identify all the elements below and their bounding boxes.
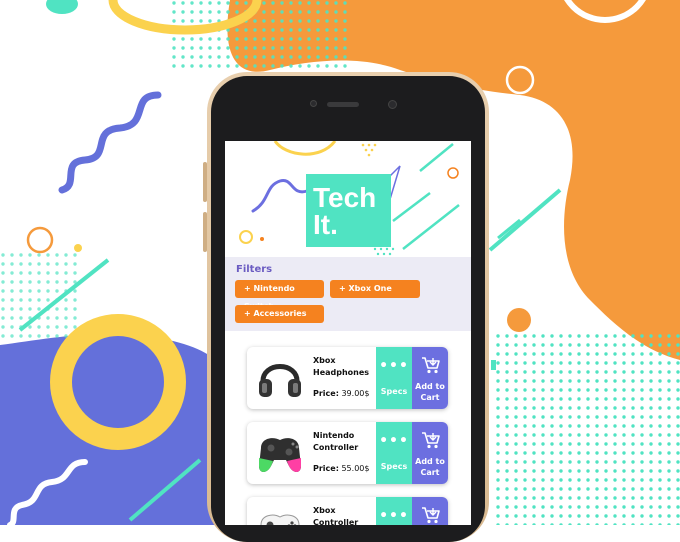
app-screen: Tech It. Filters + Nintendo Switch + Xbo…	[225, 141, 471, 525]
product-price: Price: 55.00$	[313, 464, 369, 473]
cart-icon	[422, 507, 440, 524]
product-name: Xbox Controller	[313, 506, 359, 525]
price-label: Price:	[313, 464, 339, 473]
price-value: 55.00$	[341, 464, 370, 473]
specs-button[interactable]: ••• Specs	[376, 347, 412, 409]
more-icon: •••	[379, 433, 409, 449]
add-to-cart-label: Add to Cart	[412, 381, 448, 403]
add-to-cart-line-1: Add to	[415, 457, 445, 466]
specs-button[interactable]: ••• Specs	[376, 422, 412, 484]
gamepad-icon	[259, 438, 301, 472]
filters-panel: Filters + Nintendo Switch + Xbox One + A…	[225, 257, 471, 331]
add-to-cart-button[interactable]: Add to Cart	[412, 347, 448, 409]
add-to-cart-line-1: Add to	[415, 382, 445, 391]
product-name: Nintendo Controller	[313, 431, 359, 452]
add-to-cart-button[interactable]	[412, 497, 448, 525]
sensor-icon	[310, 100, 317, 107]
camera-icon	[388, 100, 397, 109]
add-to-cart-label: Add to Cart	[412, 456, 448, 478]
filter-chip-xbox-one[interactable]: + Xbox One	[330, 280, 420, 298]
price-value: 39.00$	[341, 389, 370, 398]
add-to-cart-line-2: Cart	[420, 393, 440, 402]
xbox-controller-icon	[260, 514, 300, 525]
cart-icon	[422, 432, 440, 449]
logo-line-2: It.	[313, 209, 338, 240]
more-icon: •••	[379, 358, 409, 374]
add-to-cart-button[interactable]: Add to Cart	[412, 422, 448, 484]
specs-button[interactable]: •••	[376, 497, 412, 525]
product-name: Xbox Headphones	[313, 356, 370, 377]
product-card: Xbox Headphones Price: 39.00$ ••• Specs …	[247, 347, 448, 409]
add-to-cart-line-2: Cart	[420, 468, 440, 477]
filter-chip-accessories[interactable]: + Accessories	[235, 305, 324, 323]
product-price: Price: 39.00$	[313, 389, 369, 398]
logo-line-1: Tech	[313, 182, 377, 213]
more-icon: •••	[379, 508, 409, 524]
specs-label: Specs	[380, 462, 408, 471]
volume-button	[203, 162, 207, 202]
phone-speaker	[327, 102, 359, 107]
headphones-icon	[259, 364, 301, 397]
price-label: Price:	[313, 389, 339, 398]
filters-title: Filters	[236, 264, 273, 275]
product-card: Nintendo Controller Price: 55.00$ ••• Sp…	[247, 422, 448, 484]
app-logo: Tech It.	[306, 174, 391, 247]
product-card: Xbox Controller •••	[247, 497, 448, 525]
specs-label: Specs	[380, 387, 408, 396]
cart-icon	[422, 357, 440, 374]
filter-chip-nintendo-switch[interactable]: + Nintendo Switch	[235, 280, 324, 311]
volume-button	[203, 212, 207, 252]
